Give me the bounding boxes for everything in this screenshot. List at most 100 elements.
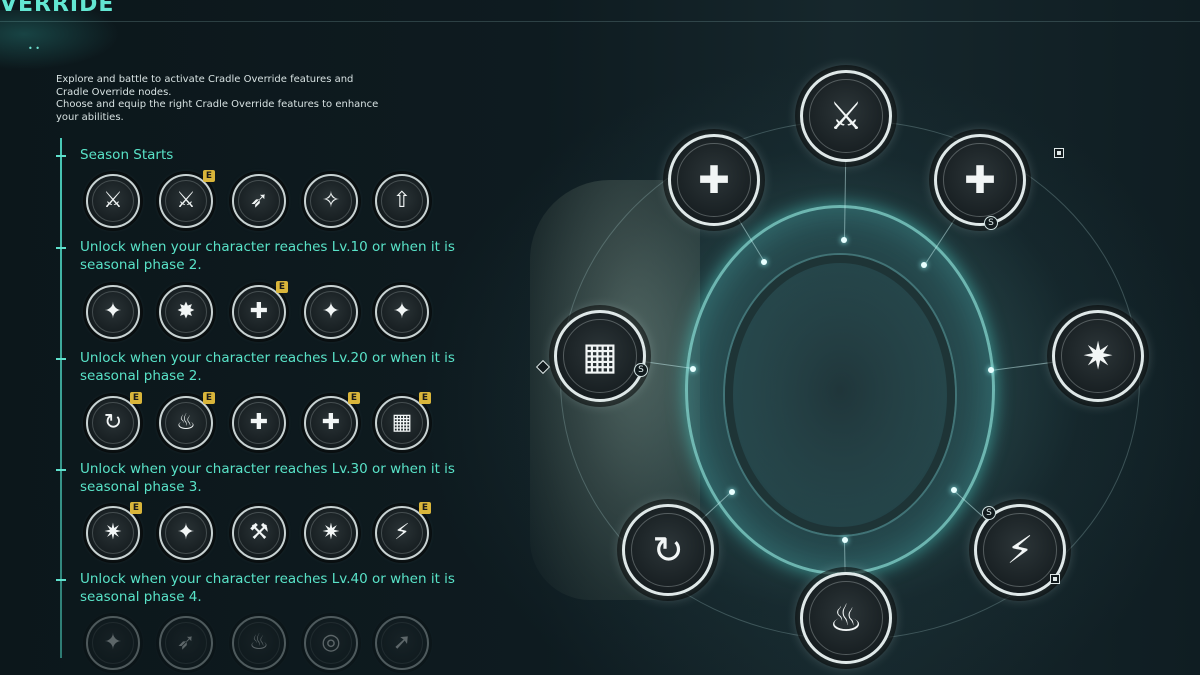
rifle-ammo-icon: ⚔ <box>103 188 123 213</box>
pistol-burst-icon: ✦ <box>392 299 412 324</box>
s-mark: S <box>982 506 996 520</box>
arrow-icon: ➚ <box>392 630 412 655</box>
rifle-ammo-icon: ⚔ <box>828 94 864 138</box>
reload-cycle-icon: ↻ <box>103 410 123 435</box>
top-bar <box>0 0 1200 22</box>
flame-boost-icon: ♨ <box>828 596 864 640</box>
override-node[interactable]: ✧ <box>304 174 358 228</box>
hammer-strike-icon: ⚒ <box>249 520 269 545</box>
rail-tick <box>56 155 66 157</box>
override-node[interactable]: ➶ <box>159 616 213 670</box>
target-icon: ◎ <box>321 630 341 655</box>
rail-tick <box>56 358 66 360</box>
description: Explore and battle to activate Cradle Ov… <box>56 74 386 124</box>
rail-tick <box>56 469 66 471</box>
override-node[interactable]: ✚ <box>232 396 286 450</box>
tier-label: Unlock when your character reaches Lv.30… <box>80 461 455 495</box>
explosion-icon: ✷ <box>321 520 341 545</box>
slot-indicator-icon <box>1054 148 1064 158</box>
flame-icon: ♨ <box>249 630 269 655</box>
override-node[interactable]: ♨ E <box>159 392 215 450</box>
tier-label: Unlock when your character reaches Lv.10… <box>80 239 455 273</box>
override-node[interactable]: ✦ <box>86 616 140 670</box>
override-node[interactable]: ➶ <box>232 174 286 228</box>
override-node[interactable]: ✸ <box>159 285 213 339</box>
armor-plate-icon: ▦ <box>391 410 413 435</box>
description-line-1: Explore and battle to activate Cradle Ov… <box>56 74 354 98</box>
canister-heal-icon: ✚ <box>698 158 730 202</box>
rail-tick <box>56 247 66 249</box>
equipped-badge: E <box>130 502 142 514</box>
equipped-badge: E <box>203 170 215 182</box>
equipped-badge: E <box>203 392 215 404</box>
slot-indicator-icon <box>1050 574 1060 584</box>
grenade-icon: ✦ <box>103 299 123 324</box>
equipped-slot-node[interactable]: ✚ <box>668 134 760 226</box>
override-node[interactable]: ➚ <box>375 616 429 670</box>
override-node[interactable]: ⚔ <box>86 174 140 228</box>
rail-tick <box>56 579 66 581</box>
equipped-slot-node[interactable]: ♨ <box>800 572 892 664</box>
override-node[interactable]: ✦ <box>86 285 140 339</box>
knife-heal-icon: ✚ <box>249 410 269 435</box>
rifle-ammo-green-icon: ⚔ <box>176 188 196 213</box>
tier-label: Unlock when your character reaches Lv.40… <box>80 571 455 605</box>
override-node[interactable]: ✚ E <box>232 281 288 339</box>
canister-heal-icon: ✚ <box>964 158 996 202</box>
override-node[interactable]: ⚡ E <box>375 502 431 560</box>
override-node[interactable]: ⚒ <box>232 506 286 560</box>
shock-burst-icon: ⚡ <box>1006 528 1034 572</box>
equipped-badge: E <box>419 502 431 514</box>
connector-dot <box>987 367 994 374</box>
override-node[interactable]: ⚔ E <box>159 170 215 228</box>
override-node[interactable]: ✦ <box>375 285 429 339</box>
page-title: VERRIDE <box>0 0 115 17</box>
equipped-slot-node[interactable]: ▦ <box>554 310 646 402</box>
override-node[interactable]: ✚ E <box>304 392 360 450</box>
shock-burst-icon: ⚡ <box>394 520 410 545</box>
canister-heal-icon: ✚ <box>321 410 341 435</box>
launcher-ammo-icon: ➶ <box>249 188 269 213</box>
rifle-upgrade-icon: ⇧ <box>392 188 412 213</box>
override-node[interactable]: ▦ E <box>375 392 431 450</box>
decor-dots: • • <box>28 44 40 53</box>
equipped-badge: E <box>419 392 431 404</box>
override-node[interactable]: ↻ E <box>86 392 142 450</box>
shatter-icon: ✸ <box>176 299 196 324</box>
rifle-burst-icon: ✦ <box>321 299 341 324</box>
equipped-badge: E <box>348 392 360 404</box>
canister-heal-icon: ✚ <box>249 299 269 324</box>
override-node[interactable]: ♨ <box>232 616 286 670</box>
claw-icon: ✦ <box>103 630 123 655</box>
equipped-slot-node[interactable]: ⚔ <box>800 70 892 162</box>
equipped-slot-node[interactable]: ↻ <box>622 504 714 596</box>
dash-icon: ➶ <box>176 630 196 655</box>
equipped-slot-node[interactable]: ✷ <box>1052 310 1144 402</box>
connector-dot <box>728 488 735 495</box>
override-node[interactable]: ✦ <box>159 506 213 560</box>
equipped-badge: E <box>276 281 288 293</box>
s-mark: S <box>984 216 998 230</box>
override-node[interactable]: ✷ <box>304 506 358 560</box>
connector-dot <box>841 536 848 543</box>
explosion-icon: ✷ <box>1082 334 1114 378</box>
equipped-badge: E <box>130 392 142 404</box>
equipped-slot-node[interactable]: ✚ <box>934 134 1026 226</box>
connector-dot <box>950 487 957 494</box>
tier-label: Season Starts <box>80 147 174 163</box>
flame-boost-icon: ♨ <box>176 410 196 435</box>
cradle-ring: ⚔ ✚ ✚ ▦ ✷ ↻ ⚡ ♨ S S S <box>520 40 1200 675</box>
override-node[interactable]: ✷ E <box>86 502 142 560</box>
override-node[interactable]: ◎ <box>304 616 358 670</box>
tier-label: Unlock when your character reaches Lv.20… <box>80 350 455 384</box>
description-line-2: Choose and equip the right Cradle Overri… <box>56 99 379 123</box>
core-inner-ring <box>725 255 955 535</box>
connector-dot <box>760 258 767 265</box>
burst-shard-icon: ✷ <box>103 520 123 545</box>
reload-cycle-icon: ↻ <box>652 528 684 572</box>
override-node[interactable]: ✦ <box>304 285 358 339</box>
armor-plate-icon: ▦ <box>582 334 618 378</box>
sniper-fire-icon: ✧ <box>321 188 341 213</box>
override-node[interactable]: ⇧ <box>375 174 429 228</box>
title-glow <box>0 10 120 70</box>
